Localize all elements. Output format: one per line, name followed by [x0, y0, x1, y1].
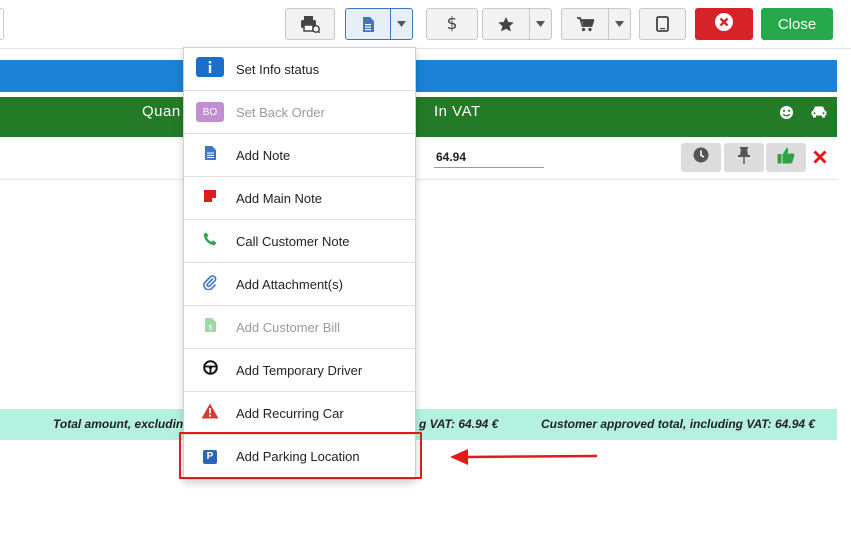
- clock-icon: [693, 147, 709, 168]
- print-icon: [300, 15, 320, 33]
- menu-item-label: Add Customer Bill: [236, 319, 341, 335]
- highlight-box: [179, 432, 422, 479]
- paperclip-icon: [203, 274, 217, 295]
- document-dropdown-toggle[interactable]: [391, 8, 413, 40]
- document-button[interactable]: [345, 8, 391, 40]
- menu-item-add-note[interactable]: Add Note: [184, 134, 415, 177]
- approve-button[interactable]: [766, 143, 806, 172]
- tablet-icon: [656, 16, 669, 32]
- menu-item-add-attachments[interactable]: Add Attachment(s): [184, 263, 415, 306]
- dollar-icon: $: [446, 14, 458, 34]
- star-icon: [498, 16, 514, 32]
- menu-item-label: Call Customer Note: [236, 233, 350, 249]
- caret-down-icon: [536, 21, 545, 27]
- menu-item-set-back-order[interactable]: BO Set Back Order: [184, 91, 415, 134]
- cart-dropdown-toggle[interactable]: [609, 8, 631, 40]
- favorite-dropdown-toggle[interactable]: [530, 8, 552, 40]
- cart-icon: [576, 16, 594, 32]
- menu-item-add-temporary-driver[interactable]: Add Temporary Driver: [184, 349, 415, 392]
- menu-item-label: Set Info status: [236, 61, 320, 77]
- back-order-icon: BO: [196, 102, 224, 122]
- tablet-button[interactable]: [639, 8, 686, 40]
- menu-item-label: Add Note: [236, 147, 291, 163]
- column-header-quantity: Quan: [142, 103, 181, 120]
- pin-icon: [737, 146, 751, 169]
- bill-icon: $: [204, 317, 216, 337]
- document-icon: [362, 16, 374, 32]
- menu-item-label: Add Attachment(s): [236, 276, 343, 292]
- favorite-button[interactable]: [482, 8, 530, 40]
- section-bar: [0, 60, 837, 92]
- thumbs-up-icon: [777, 147, 795, 169]
- main-note-icon: [203, 189, 217, 208]
- table-header: Quan In VAT: [0, 97, 837, 137]
- customer-approved-total: Customer approved total, including VAT: …: [541, 417, 816, 431]
- toolbar-divider: [0, 48, 851, 49]
- steering-wheel-icon: [202, 360, 218, 380]
- cancel-button[interactable]: [695, 8, 753, 40]
- column-header-vat: In VAT: [434, 103, 481, 120]
- close-button[interactable]: Close: [761, 8, 833, 40]
- menu-item-set-info-status[interactable]: Set Info status: [184, 48, 415, 91]
- warning-icon: [201, 403, 219, 424]
- arrow-annotation-icon: [448, 446, 600, 473]
- car-icon: [811, 105, 827, 123]
- close-circle-icon: [715, 12, 733, 36]
- menu-item-label: Set Back Order: [236, 104, 325, 120]
- note-icon: [204, 145, 216, 165]
- row-vat-value[interactable]: 64.94: [434, 150, 544, 168]
- phone-icon: [203, 232, 217, 251]
- workorder-page: $ Close Quan In VAT 64.94 Total amount, …: [0, 0, 851, 536]
- total-including-vat-label: g VAT: 64.94 €: [419, 417, 499, 431]
- history-button[interactable]: [681, 143, 721, 172]
- info-icon: [196, 56, 224, 82]
- delete-row-icon[interactable]: [812, 149, 828, 170]
- row-divider: [0, 179, 837, 180]
- price-button[interactable]: $: [426, 8, 478, 40]
- svg-text:$: $: [208, 323, 212, 331]
- menu-item-add-recurring-car[interactable]: Add Recurring Car: [184, 392, 415, 435]
- menu-item-label: Add Recurring Car: [236, 405, 344, 421]
- menu-item-label: Add Temporary Driver: [236, 362, 363, 378]
- left-input-edge[interactable]: [0, 8, 4, 40]
- document-dropdown-menu: Set Info status BO Set Back Order Add No…: [183, 47, 416, 480]
- menu-item-add-customer-bill[interactable]: $ Add Customer Bill: [184, 306, 415, 349]
- caret-down-icon: [397, 21, 406, 27]
- cart-button[interactable]: [561, 8, 609, 40]
- pin-button[interactable]: [724, 143, 764, 172]
- print-button[interactable]: [285, 8, 335, 40]
- smiley-icon: [779, 105, 794, 125]
- menu-item-call-customer-note[interactable]: Call Customer Note: [184, 220, 415, 263]
- caret-down-icon: [615, 21, 624, 27]
- menu-item-add-main-note[interactable]: Add Main Note: [184, 177, 415, 220]
- menu-item-label: Add Main Note: [236, 190, 322, 206]
- total-excluding-vat-label: Total amount, excludin: [53, 417, 184, 431]
